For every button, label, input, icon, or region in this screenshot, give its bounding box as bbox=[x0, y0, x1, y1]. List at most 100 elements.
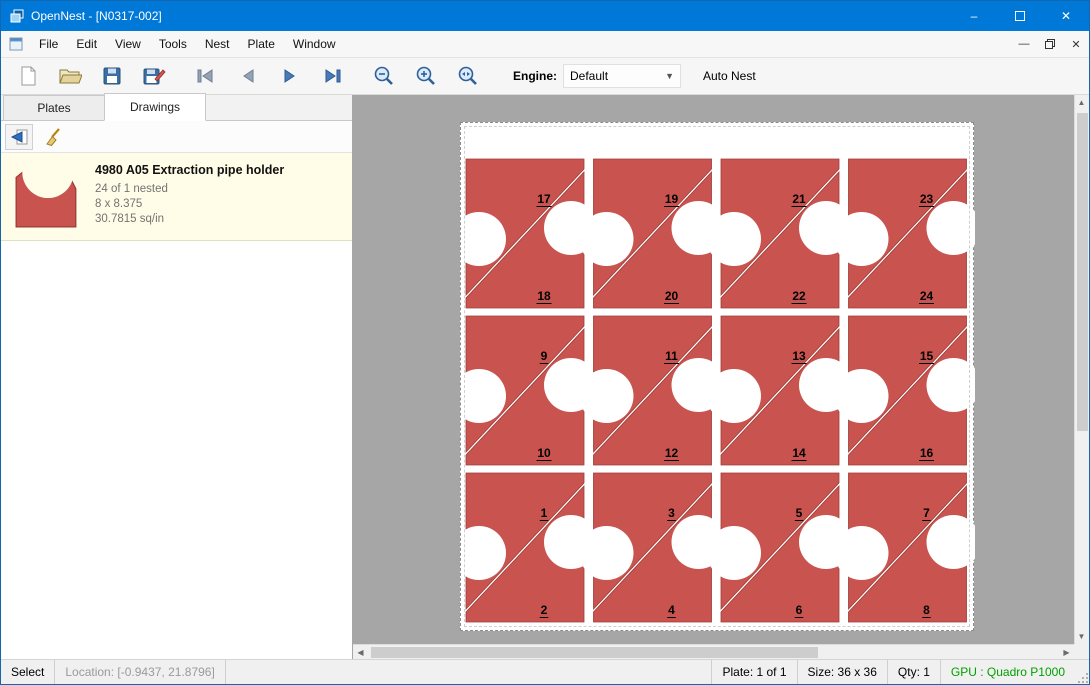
drawing-list-item[interactable]: 4980 A05 Extraction pipe holder 24 of 1 … bbox=[1, 153, 352, 241]
status-bar: Select Location: [-0.9437, 21.8796] Plat… bbox=[1, 659, 1089, 684]
new-file-icon bbox=[17, 64, 39, 88]
last-button[interactable] bbox=[317, 61, 347, 91]
tab-drawings[interactable]: Drawings bbox=[104, 93, 206, 121]
app-window: OpenNest - [N0317-002] – ✕ FileEditViewT… bbox=[0, 0, 1090, 685]
document-icon bbox=[8, 36, 24, 52]
status-plate: Plate: 1 of 1 bbox=[711, 660, 796, 684]
first-button[interactable] bbox=[191, 61, 221, 91]
nested-pair[interactable]: 78 bbox=[835, 473, 976, 622]
main-content: PlatesDrawings bbox=[1, 95, 1089, 659]
menu-edit[interactable]: Edit bbox=[67, 31, 106, 57]
close-button[interactable]: ✕ bbox=[1043, 1, 1089, 31]
drawing-size: 8 x 8.375 bbox=[95, 198, 284, 210]
svg-text:4: 4 bbox=[668, 603, 675, 617]
status-location: Location: [-0.9437, 21.8796] bbox=[55, 660, 225, 684]
nested-pair[interactable]: 1314 bbox=[707, 316, 853, 465]
status-mode: Select bbox=[1, 660, 55, 684]
restore-icon bbox=[1044, 38, 1056, 50]
nested-pair[interactable]: 2122 bbox=[707, 159, 853, 308]
open-button[interactable] bbox=[55, 61, 85, 91]
menu-view[interactable]: View bbox=[106, 31, 150, 57]
save-as-button[interactable] bbox=[139, 61, 169, 91]
title-bar: OpenNest - [N0317-002] – ✕ bbox=[1, 1, 1089, 31]
save-icon bbox=[101, 65, 123, 87]
menu-nest[interactable]: Nest bbox=[196, 31, 239, 57]
horizontal-scroll-thumb[interactable] bbox=[371, 647, 818, 658]
chevron-down-icon: ▼ bbox=[665, 71, 674, 81]
svg-text:3: 3 bbox=[668, 506, 675, 520]
zoom-out-button[interactable] bbox=[369, 61, 399, 91]
zoom-in-button[interactable] bbox=[411, 61, 441, 91]
minimize-button[interactable]: – bbox=[951, 1, 997, 31]
nested-pair[interactable]: 9 10 bbox=[461, 316, 598, 465]
nested-parts[interactable]: 171819202122232491011121314151612345678 bbox=[461, 123, 975, 632]
svg-text:10: 10 bbox=[537, 446, 551, 460]
svg-text:18: 18 bbox=[537, 289, 551, 303]
nested-pair[interactable]: 56 bbox=[707, 473, 853, 622]
menu-tools[interactable]: Tools bbox=[150, 31, 196, 57]
menu-plate[interactable]: Plate bbox=[239, 31, 284, 57]
mdi-restore-button[interactable] bbox=[1037, 33, 1063, 55]
tab-strip: PlatesDrawings bbox=[1, 95, 352, 121]
svg-text:23: 23 bbox=[920, 192, 934, 206]
status-size: Size: 36 x 36 bbox=[797, 660, 887, 684]
clean-button[interactable] bbox=[39, 124, 67, 150]
save-button[interactable] bbox=[97, 61, 127, 91]
next-button[interactable] bbox=[275, 61, 305, 91]
nested-pair[interactable]: 34 bbox=[580, 473, 726, 622]
engine-select[interactable]: Default ▼ bbox=[563, 64, 681, 88]
svg-text:5: 5 bbox=[796, 506, 803, 520]
scroll-down-icon[interactable]: ▼ bbox=[1074, 629, 1089, 644]
svg-text:8: 8 bbox=[923, 603, 930, 617]
status-gpu: GPU : Quadro P1000 bbox=[940, 660, 1075, 684]
svg-text:9: 9 bbox=[541, 349, 548, 363]
tab-plates[interactable]: Plates bbox=[3, 95, 105, 120]
new-button[interactable] bbox=[13, 61, 43, 91]
vertical-scrollbar[interactable]: ▲ ▼ bbox=[1074, 95, 1089, 644]
drawing-nested-count: 24 of 1 nested bbox=[95, 183, 284, 195]
nesting-canvas[interactable]: 171819202122232491011121314151612345678 … bbox=[353, 95, 1089, 659]
scroll-left-icon[interactable]: ◀ bbox=[353, 645, 368, 659]
nested-pair[interactable]: 1112 bbox=[580, 316, 726, 465]
zoom-fit-icon bbox=[457, 65, 479, 87]
svg-text:6: 6 bbox=[796, 603, 803, 617]
nested-pair[interactable]: 1920 bbox=[580, 159, 726, 308]
svg-text:22: 22 bbox=[792, 289, 806, 303]
previous-arrow-icon bbox=[238, 66, 258, 86]
scrollbar-corner bbox=[1074, 644, 1089, 659]
previous-button[interactable] bbox=[233, 61, 263, 91]
horizontal-scrollbar[interactable]: ◀ ▶ bbox=[353, 644, 1074, 659]
window-title: OpenNest - [N0317-002] bbox=[31, 9, 162, 23]
left-panel: PlatesDrawings bbox=[1, 95, 353, 659]
nested-pair[interactable]: 1718 bbox=[461, 159, 598, 308]
part-thumbnail bbox=[11, 161, 83, 233]
nested-pair[interactable]: 2324 bbox=[835, 159, 976, 308]
svg-text:20: 20 bbox=[665, 289, 679, 303]
nested-pair[interactable]: 12 bbox=[461, 473, 598, 622]
send-to-plate-button[interactable] bbox=[5, 124, 33, 150]
scroll-right-icon[interactable]: ▶ bbox=[1059, 645, 1074, 659]
menu-file[interactable]: File bbox=[30, 31, 67, 57]
auto-nest-button[interactable]: Auto Nest bbox=[697, 65, 762, 87]
next-arrow-icon bbox=[280, 66, 300, 86]
menu-window[interactable]: Window bbox=[284, 31, 345, 57]
menu-bar: FileEditViewToolsNestPlateWindow — ✕ bbox=[1, 31, 1089, 58]
drawings-toolbar bbox=[1, 121, 352, 153]
svg-text:1: 1 bbox=[541, 506, 548, 520]
resize-grip[interactable] bbox=[1075, 660, 1089, 684]
maximize-button[interactable] bbox=[997, 1, 1043, 31]
svg-text:17: 17 bbox=[537, 192, 551, 206]
svg-text:16: 16 bbox=[920, 446, 934, 460]
vertical-scroll-thumb[interactable] bbox=[1077, 113, 1088, 431]
scroll-up-icon[interactable]: ▲ bbox=[1074, 95, 1089, 110]
zoom-fit-button[interactable] bbox=[453, 61, 483, 91]
zoom-out-icon bbox=[373, 65, 395, 87]
nested-pair[interactable]: 1516 bbox=[835, 316, 976, 465]
drawing-info: 4980 A05 Extraction pipe holder 24 of 1 … bbox=[95, 161, 284, 232]
mdi-close-button[interactable]: ✕ bbox=[1063, 33, 1089, 55]
mdi-minimize-button[interactable]: — bbox=[1011, 33, 1037, 55]
plate-sheet[interactable]: 171819202122232491011121314151612345678 bbox=[460, 122, 974, 631]
last-arrow-icon bbox=[321, 66, 343, 86]
svg-text:19: 19 bbox=[665, 192, 679, 206]
toolbar: Engine: Default ▼ Auto Nest bbox=[1, 58, 1089, 95]
